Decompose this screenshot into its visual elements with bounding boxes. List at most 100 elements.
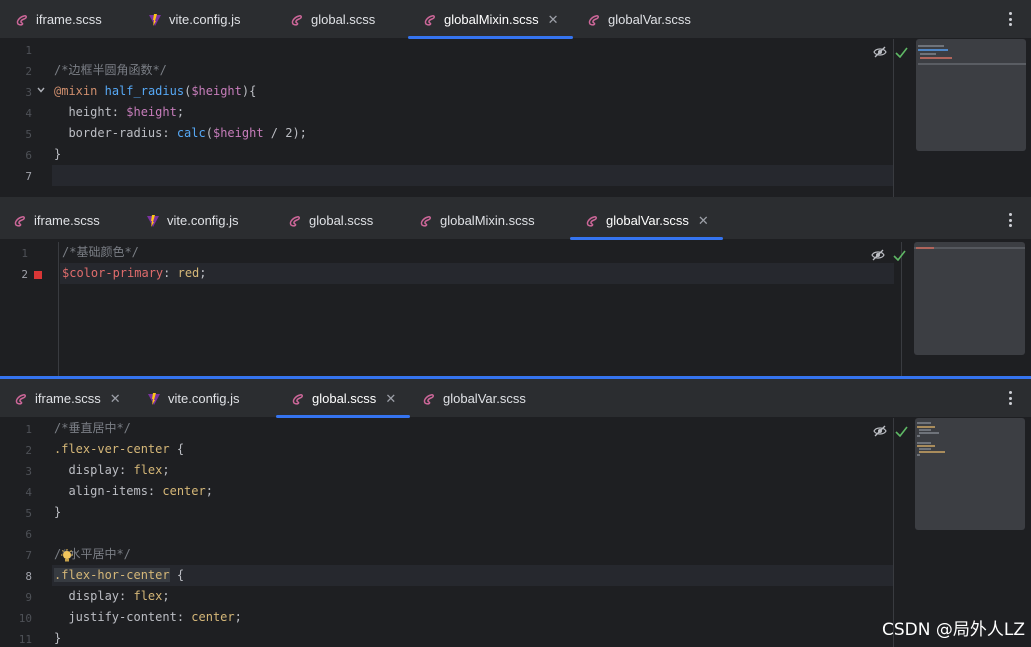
color-swatch-icon[interactable] xyxy=(34,271,42,279)
minimap[interactable] xyxy=(914,242,1025,355)
code-line: @mixin half_radius($height){ xyxy=(52,81,894,102)
punct-token: ; xyxy=(162,463,170,477)
sass-icon xyxy=(422,12,438,28)
tab-global-scss[interactable]: global.scss xyxy=(289,0,375,39)
value-token: center xyxy=(162,484,206,498)
eye-off-icon[interactable] xyxy=(873,45,887,63)
tab-iframe-scss[interactable]: iframe.scss xyxy=(12,201,100,240)
code-line: /*水平居中*/ xyxy=(52,544,894,565)
tab-label: globalVar.scss xyxy=(606,213,689,228)
variable-token: $height xyxy=(191,84,242,98)
property-token: display: xyxy=(54,589,134,603)
more-options-icon[interactable] xyxy=(1007,211,1013,229)
code-line: } xyxy=(52,144,894,165)
check-icon[interactable] xyxy=(895,424,908,442)
tab-vite-config[interactable]: vite.config.js xyxy=(146,379,240,418)
code-area[interactable]: /*垂直居中*/ .flex-ver-center { display: fle… xyxy=(52,418,894,647)
more-options-icon[interactable] xyxy=(1007,389,1013,407)
tab-global-scss[interactable]: global.scss xyxy=(287,201,373,240)
code-line: height: $height; xyxy=(52,102,894,123)
minimap-line xyxy=(919,432,939,434)
line-number: 7 xyxy=(25,549,32,562)
code-editor[interactable]: 1 2 /*基础颜色*/ $color-primary: red; xyxy=(0,242,1031,376)
close-icon[interactable]: ✕ xyxy=(110,391,121,407)
code-line: } xyxy=(52,628,894,647)
tab-label: vite.config.js xyxy=(168,391,240,406)
tab-label: global.scss xyxy=(312,391,377,406)
line-number: 10 xyxy=(18,612,32,625)
line-gutter: 1 2 3 4 5 6 7 8 9 10 11 xyxy=(0,418,52,647)
check-icon[interactable] xyxy=(893,248,906,266)
gutter-divider xyxy=(58,242,59,376)
line-number: 5 xyxy=(25,507,32,520)
vite-icon xyxy=(146,391,162,407)
code-line: justify-content: center; xyxy=(52,607,894,628)
tab-bar: iframe.scss vite.config.js global.scss g… xyxy=(0,0,1031,39)
code-line: display: flex; xyxy=(52,586,894,607)
function-token: calc xyxy=(176,126,206,140)
eye-off-icon[interactable] xyxy=(871,248,885,266)
minimap-line xyxy=(917,445,935,447)
line-number: 5 xyxy=(25,128,32,141)
property-token: align-items: xyxy=(54,484,163,498)
value-token: flex xyxy=(133,589,163,603)
line-number: 3 xyxy=(25,465,32,478)
minimap-line xyxy=(920,53,936,55)
minimap-line xyxy=(919,429,931,431)
inspection-widget[interactable] xyxy=(873,424,908,442)
more-options-icon[interactable] xyxy=(1007,10,1013,28)
property-token: border-radius: xyxy=(54,126,177,140)
minimap[interactable] xyxy=(915,418,1025,530)
code-editor[interactable]: 1 2 3 4 5 6 7 8 9 10 11 /*垂直居中*/ .flex-v… xyxy=(0,418,1031,647)
editor-pane-global: iframe.scss ✕ vite.config.js global.scss… xyxy=(0,378,1031,647)
close-icon[interactable]: ✕ xyxy=(698,213,709,229)
line-number: 4 xyxy=(25,107,32,120)
value-token: red xyxy=(177,266,200,280)
code-area[interactable]: /*基础颜色*/ $color-primary: red; xyxy=(60,242,894,376)
sass-icon xyxy=(418,213,434,229)
current-line xyxy=(52,165,894,186)
tab-globalmixin-scss[interactable]: globalMixin.scss ✕ xyxy=(408,0,573,39)
check-icon[interactable] xyxy=(895,45,908,63)
current-line: $color-primary: red; xyxy=(60,263,894,284)
close-icon[interactable]: ✕ xyxy=(385,391,396,407)
punct-token: ){ xyxy=(241,84,257,98)
tab-globalvar-scss[interactable]: globalVar.scss xyxy=(586,0,691,39)
minimap-line xyxy=(917,426,935,428)
sass-icon xyxy=(421,391,437,407)
punct-token: : xyxy=(163,266,178,280)
tab-vite-config[interactable]: vite.config.js xyxy=(147,0,241,39)
inspection-widget[interactable] xyxy=(873,45,908,63)
tab-label: globalMixin.scss xyxy=(440,213,535,228)
editor-pane-globalvar: iframe.scss vite.config.js global.scss g… xyxy=(0,201,1031,376)
tab-vite-config[interactable]: vite.config.js xyxy=(145,201,239,240)
tab-iframe-scss[interactable]: iframe.scss xyxy=(14,0,102,39)
minimap-line xyxy=(920,57,952,59)
close-icon[interactable]: ✕ xyxy=(548,12,559,28)
code-editor[interactable]: 1 2 3 4 5 6 7 /*边框半圆角函数*/ @mixin half_ra… xyxy=(0,39,1031,197)
line-number: 1 xyxy=(21,247,28,260)
punct-token: ( xyxy=(205,126,213,140)
code-line: border-radius: calc($height / 2); xyxy=(52,123,894,144)
tab-label: iframe.scss xyxy=(35,391,101,406)
tab-iframe-scss[interactable]: iframe.scss ✕ xyxy=(13,379,121,418)
eye-off-icon[interactable] xyxy=(873,424,887,442)
tab-globalvar-scss[interactable]: globalVar.scss ✕ xyxy=(570,201,723,240)
tab-globalmixin-scss[interactable]: globalMixin.scss xyxy=(418,201,535,240)
code-area[interactable]: /*边框半圆角函数*/ @mixin half_radius($height){… xyxy=(52,39,894,197)
tab-label: globalVar.scss xyxy=(443,391,526,406)
right-margin-guide xyxy=(893,418,894,647)
minimap-line xyxy=(918,45,944,47)
tab-globalvar-scss[interactable]: globalVar.scss xyxy=(421,379,526,418)
tab-global-scss[interactable]: global.scss ✕ xyxy=(275,379,411,418)
minimap-line xyxy=(919,451,945,453)
variable-token: $color-primary xyxy=(62,266,164,280)
property-token: display: xyxy=(54,463,134,477)
minimap[interactable] xyxy=(916,39,1026,151)
line-number: 9 xyxy=(25,591,32,604)
comment-token: /*边框半圆角函数*/ xyxy=(54,63,167,77)
line-number: 6 xyxy=(25,149,32,162)
fold-chevron-icon[interactable] xyxy=(36,85,48,97)
code-line: /*垂直居中*/ xyxy=(52,418,894,439)
inspection-widget[interactable] xyxy=(871,248,906,266)
